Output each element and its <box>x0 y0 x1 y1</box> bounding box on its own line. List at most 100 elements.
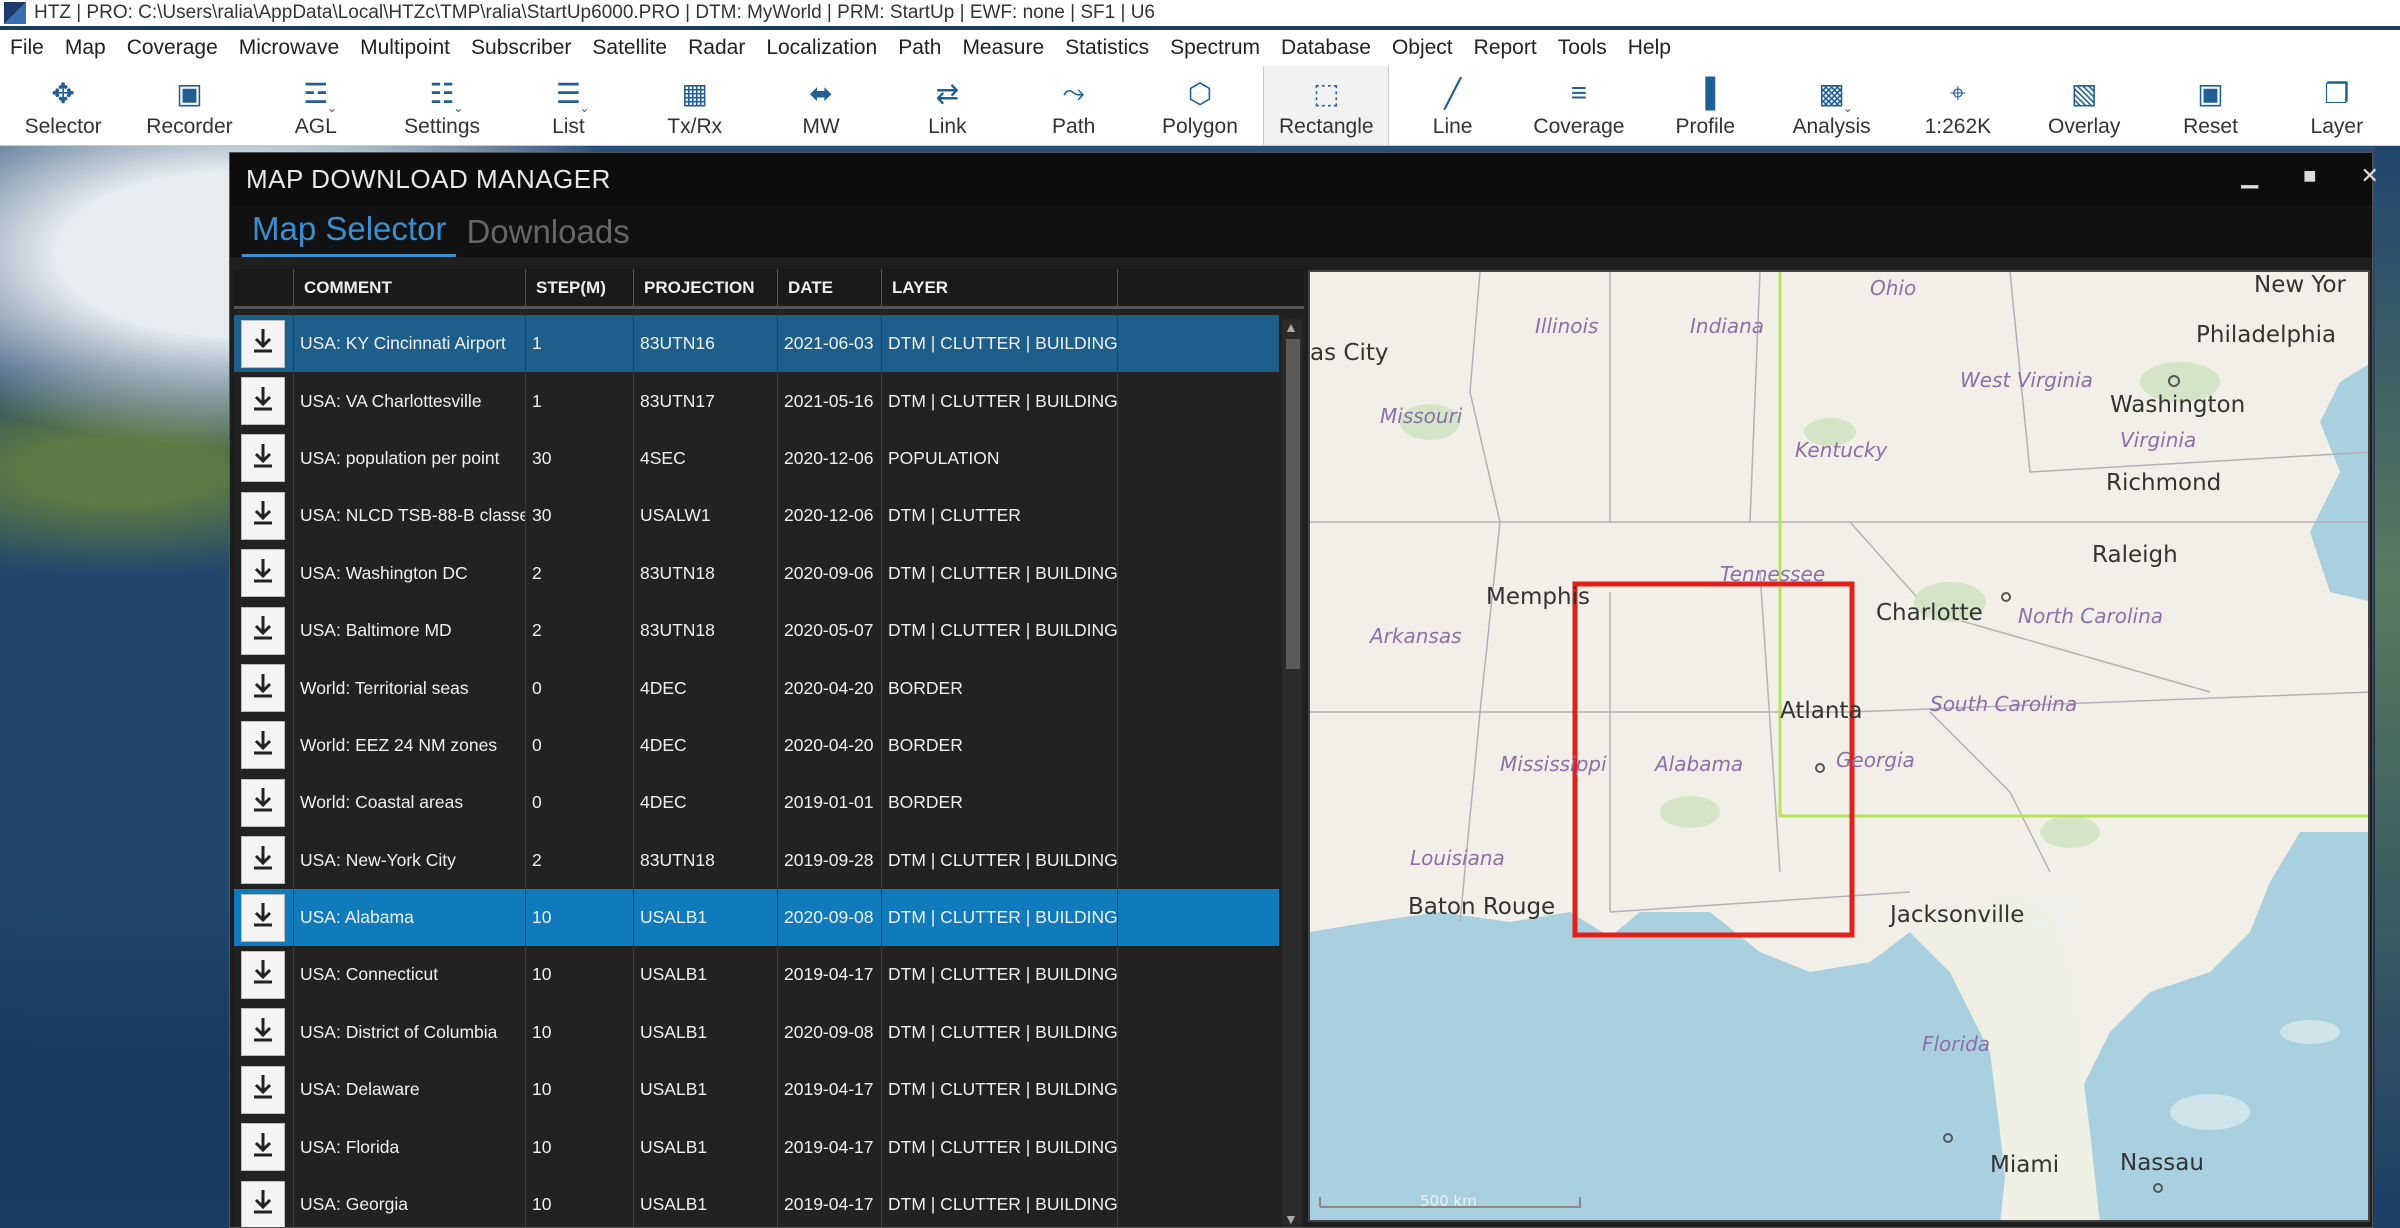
menu-file[interactable]: File <box>10 36 44 60</box>
menu-coverage[interactable]: Coverage <box>127 36 218 60</box>
download-button[interactable] <box>241 893 285 942</box>
download-button[interactable] <box>241 1065 285 1114</box>
close-icon[interactable]: ✕ <box>2350 163 2390 189</box>
toolbar-mw-button[interactable]: ⬌ MW <box>758 66 884 145</box>
agl-icon: ☲ <box>303 77 329 109</box>
table-scrollbar[interactable]: ▲ ▼ <box>1282 319 1302 1227</box>
download-button[interactable] <box>241 319 285 368</box>
table-row[interactable]: USA: Washington DC 2 83UTN18 2020-09-06 DTM … <box>234 544 1279 602</box>
map-city-label: as City <box>1310 340 1389 366</box>
cell-comment: World: EEZ 24 NM zones <box>294 716 526 775</box>
toolbar-selector-button[interactable]: ✥ Selector <box>0 66 126 145</box>
toolbar-profile-button[interactable]: ▐ Profile <box>1642 66 1768 145</box>
toolbar-line-button[interactable]: ╱ Line <box>1389 66 1515 145</box>
toolbar-analysis-button[interactable]: ▩ Analysis ⌄ <box>1768 66 1894 145</box>
maximize-icon[interactable]: ■ <box>2290 163 2330 189</box>
download-cell <box>234 315 294 373</box>
menu-report[interactable]: Report <box>1474 36 1537 60</box>
column-header-comment[interactable]: COMMENT <box>294 269 526 306</box>
menu-help[interactable]: Help <box>1628 36 1671 60</box>
column-header-layer[interactable]: LAYER <box>882 269 1118 306</box>
scroll-up-icon[interactable]: ▲ <box>1284 319 1298 335</box>
toolbar-link-button[interactable]: ⇄ Link <box>884 66 1010 145</box>
table-row[interactable]: USA: Georgia 10 USALB1 2019-04-17 DTM | CLUT… <box>234 1175 1279 1227</box>
menu-object[interactable]: Object <box>1392 36 1453 60</box>
table-row[interactable]: USA: NLCD TSB-88-B classes 30 USALW1 2020-1… <box>234 487 1279 545</box>
toolbar-recorder-button[interactable]: ▣ Recorder <box>126 66 252 145</box>
minimize-icon[interactable]: ▁ <box>2230 163 2270 189</box>
download-button[interactable] <box>241 1180 285 1227</box>
download-icon <box>251 786 275 819</box>
column-header-projection[interactable]: PROJECTION <box>634 269 778 306</box>
toolbar-coverage-button[interactable]: ≡ Coverage <box>1516 66 1642 145</box>
download-button[interactable] <box>241 491 285 540</box>
table-row[interactable]: World: Territorial seas 0 4DEC 2020-04-20 BO… <box>234 659 1279 717</box>
scrollbar-thumb[interactable] <box>1286 339 1300 669</box>
column-header-step[interactable]: STEP(M) <box>526 269 634 306</box>
map-selector-view[interactable]: Illinois Indiana Ohio Missouri Kentucky West … <box>1308 270 2370 1222</box>
menu-radar[interactable]: Radar <box>688 36 745 60</box>
menu-measure[interactable]: Measure <box>962 36 1044 60</box>
table-row[interactable]: USA: population per point 30 4SEC 2020-12-0… <box>234 429 1279 488</box>
table-row[interactable]: USA: Connecticut 10 USALB1 2019-04-17 DTM | … <box>234 946 1279 1004</box>
menu-statistics[interactable]: Statistics <box>1065 36 1149 60</box>
menu-bar: File Map Coverage Microwave Multipoint Subscr… <box>0 30 2400 66</box>
cell-projection: 4DEC <box>634 716 778 775</box>
menu-tools[interactable]: Tools <box>1558 36 1607 60</box>
path-icon: ⤳ <box>1062 76 1085 108</box>
table-row[interactable]: USA: KY Cincinnati Airport 1 83UTN16 2021-0… <box>234 315 1279 373</box>
toolbar-settings-button[interactable]: ☷ Settings ⌄ <box>379 66 505 145</box>
map-state-label: Illinois <box>1535 314 1599 338</box>
toolbar-label: Line <box>1432 115 1473 138</box>
table-row[interactable]: USA: Alabama 10 USALB1 2020-09-08 DTM | CLUT… <box>234 888 1279 947</box>
toolbar-list-button[interactable]: ☰ List ⌄ <box>505 66 631 145</box>
toolbar-layer-button[interactable]: ❐ Layer <box>2274 66 2400 145</box>
menu-spectrum[interactable]: Spectrum <box>1170 36 1260 60</box>
toolbar-agl-button[interactable]: ☲ AGL ⌄ <box>253 66 379 145</box>
download-button[interactable] <box>241 549 285 598</box>
toolbar-1-262k-button[interactable]: ⌖ 1:262K <box>1895 66 2021 145</box>
scroll-down-icon[interactable]: ▼ <box>1284 1211 1298 1227</box>
toolbar-polygon-button[interactable]: ⬡ Polygon <box>1137 66 1263 145</box>
table-row[interactable]: USA: VA Charlottesville 1 83UTN17 2021-05-1… <box>234 372 1279 430</box>
toolbar-label: Selector <box>24 115 102 138</box>
download-button[interactable] <box>241 1008 285 1057</box>
download-button[interactable] <box>241 1123 285 1172</box>
download-button[interactable] <box>241 721 285 770</box>
toolbar-path-button[interactable]: ⤳ Path <box>1011 66 1137 145</box>
table-row[interactable]: USA: Delaware 10 USALB1 2019-04-17 DTM | CLU… <box>234 1061 1279 1119</box>
menu-path[interactable]: Path <box>898 36 941 60</box>
download-button[interactable] <box>241 836 285 885</box>
download-button[interactable] <box>241 434 285 483</box>
menu-database[interactable]: Database <box>1281 36 1371 60</box>
toolbar-overlay-button[interactable]: ▧ Overlay <box>2021 66 2147 145</box>
toolbar-tx-rx-button[interactable]: ▦ Tx/Rx <box>632 66 758 145</box>
tab-downloads[interactable]: Downloads <box>456 213 639 257</box>
menu-localization[interactable]: Localization <box>766 36 877 60</box>
table-row[interactable]: World: Coastal areas 0 4DEC 2019-01-01 BORDE… <box>234 774 1279 832</box>
tab-map-selector[interactable]: Map Selector <box>242 210 457 257</box>
menu-microwave[interactable]: Microwave <box>239 36 339 60</box>
menu-multipoint[interactable]: Multipoint <box>360 36 450 60</box>
cell-comment: USA: Florida <box>294 1118 526 1176</box>
download-button[interactable] <box>241 950 285 999</box>
table-row[interactable]: USA: Baltimore MD 2 83UTN18 2020-05-07 DTM |… <box>234 601 1279 660</box>
table-row[interactable]: USA: District of Columbia 10 USALB1 2020-09… <box>234 1003 1279 1062</box>
menu-map[interactable]: Map <box>65 36 106 60</box>
table-row[interactable]: World: EEZ 24 NM zones 0 4DEC 2020-04-20 BOR… <box>234 716 1279 775</box>
toolbar-reset-button[interactable]: ▣ Reset <box>2147 66 2273 145</box>
toolbar-rectangle-button[interactable]: ⬚ Rectangle <box>1263 66 1390 145</box>
table-row[interactable]: USA: New-York City 2 83UTN18 2019-09-28 DTM … <box>234 831 1279 889</box>
download-button[interactable] <box>241 377 285 426</box>
map-state-label: Florida <box>1922 1032 1991 1056</box>
menu-satellite[interactable]: Satellite <box>592 36 667 60</box>
cell-step: 2 <box>526 601 634 660</box>
column-header-date[interactable]: DATE <box>778 269 882 306</box>
menu-subscriber[interactable]: Subscriber <box>471 36 571 60</box>
cell-projection: USALB1 <box>634 888 778 947</box>
download-button[interactable] <box>241 778 285 827</box>
table-row[interactable]: USA: Florida 10 USALB1 2019-04-17 DTM | CLUT… <box>234 1118 1279 1176</box>
download-button[interactable] <box>241 664 285 713</box>
download-button[interactable] <box>241 606 285 655</box>
toolbar-label: Layer <box>2310 115 2364 138</box>
